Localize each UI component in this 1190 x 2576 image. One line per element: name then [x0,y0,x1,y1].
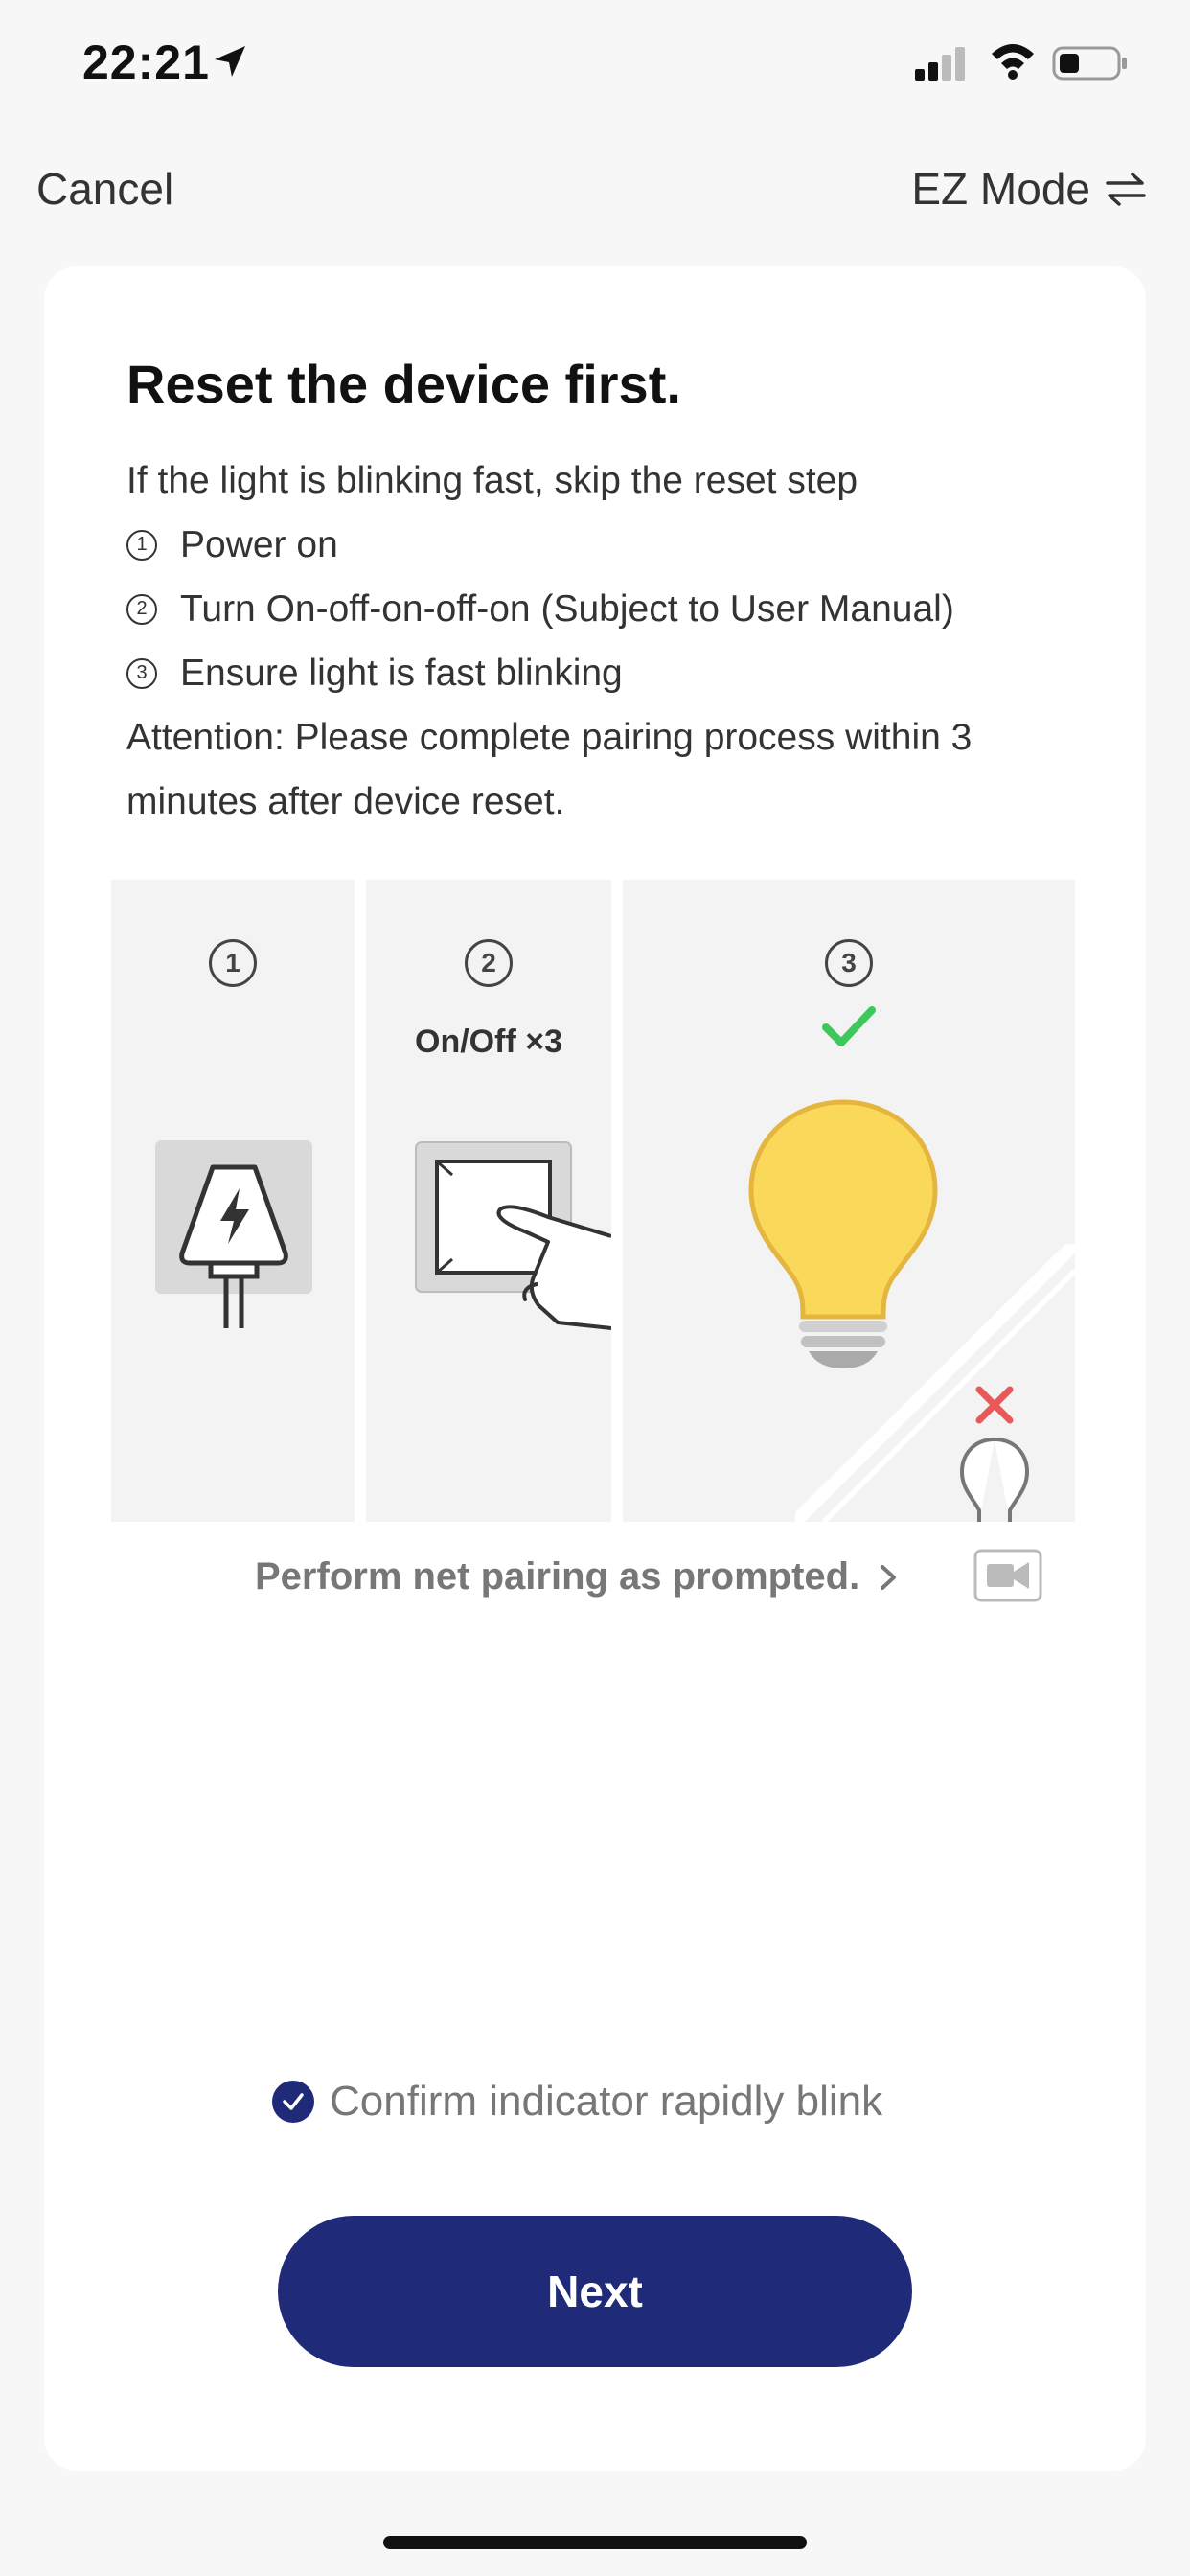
net-pairing-prompt-link[interactable]: Perform net pairing as prompted. [255,1555,902,1598]
illustration-panel-power: 1 [111,880,355,1522]
step-text: Ensure light is fast blinking [180,653,623,694]
swap-arrows-icon [1106,172,1146,206]
page-title: Reset the device first. [126,354,681,414]
intro-text: If the light is blinking fast, skip the … [126,460,858,501]
illustration-panel-switch: 2 On/Off ×3 [366,880,611,1522]
step-text: Turn On-off-on-off-on (Subject to User M… [180,588,954,630]
check-mark-icon [822,1006,876,1046]
attention-text: Attention: Please complete pairing proce… [126,717,973,758]
instructions: If the light is blinking fast, skip the … [126,448,1085,834]
instruction-step: 1 Power on [126,513,1085,577]
power-plug-icon [155,1140,312,1328]
battery-icon [1052,46,1127,80]
ez-mode-switch-button[interactable]: EZ Mode [911,163,1148,215]
wifi-icon [992,44,1034,80]
step-number: 3 [126,657,157,689]
cross-mark-icon [975,1386,1014,1424]
status-time: 22:21 [82,35,210,89]
wall-switch-hand-icon [415,1141,611,1330]
step-number: 1 [126,529,157,561]
cancel-button[interactable]: Cancel [36,163,173,215]
illustration-panel-blinking-light: 3 [623,880,1075,1522]
attention-text: minutes after device reset. [126,781,565,822]
check-circle-icon[interactable] [272,2081,314,2123]
light-beam-divider [795,1244,1075,1522]
next-button[interactable]: Next [278,2216,912,2367]
main-card: Reset the device first. If the light is … [44,266,1146,2471]
panel-step-number: 3 [825,939,873,987]
on-off-times-label: On/Off ×3 [415,1024,562,1060]
reset-illustration: 1 2 On/Off ×3 3 Perform net pairing as p… [111,880,1075,1790]
confirm-blink-label: Confirm indicator rapidly blink [330,2078,883,2125]
panel-step-number: 1 [209,939,257,987]
home-indicator[interactable] [383,2536,807,2549]
chevron-right-icon [881,1564,897,1590]
confirm-blink-checkbox[interactable]: Confirm indicator rapidly blink [272,2078,882,2126]
step-number: 2 [126,593,157,625]
cellular-signal-icon [915,47,965,80]
instruction-step: 2 Turn On-off-on-off-on (Subject to User… [126,577,1085,641]
location-arrow-icon [215,46,245,77]
panel-step-number: 2 [465,939,513,987]
status-bar: 22:21 [0,0,1190,134]
ez-mode-label: EZ Mode [911,164,1090,214]
light-bulb-off-icon [959,1438,1030,1522]
prompt-link-label: Perform net pairing as prompted. [255,1555,860,1598]
instruction-step: 3 Ensure light is fast blinking [126,641,1085,705]
step-text: Power on [180,524,338,565]
video-camera-icon[interactable] [973,1549,1042,1602]
